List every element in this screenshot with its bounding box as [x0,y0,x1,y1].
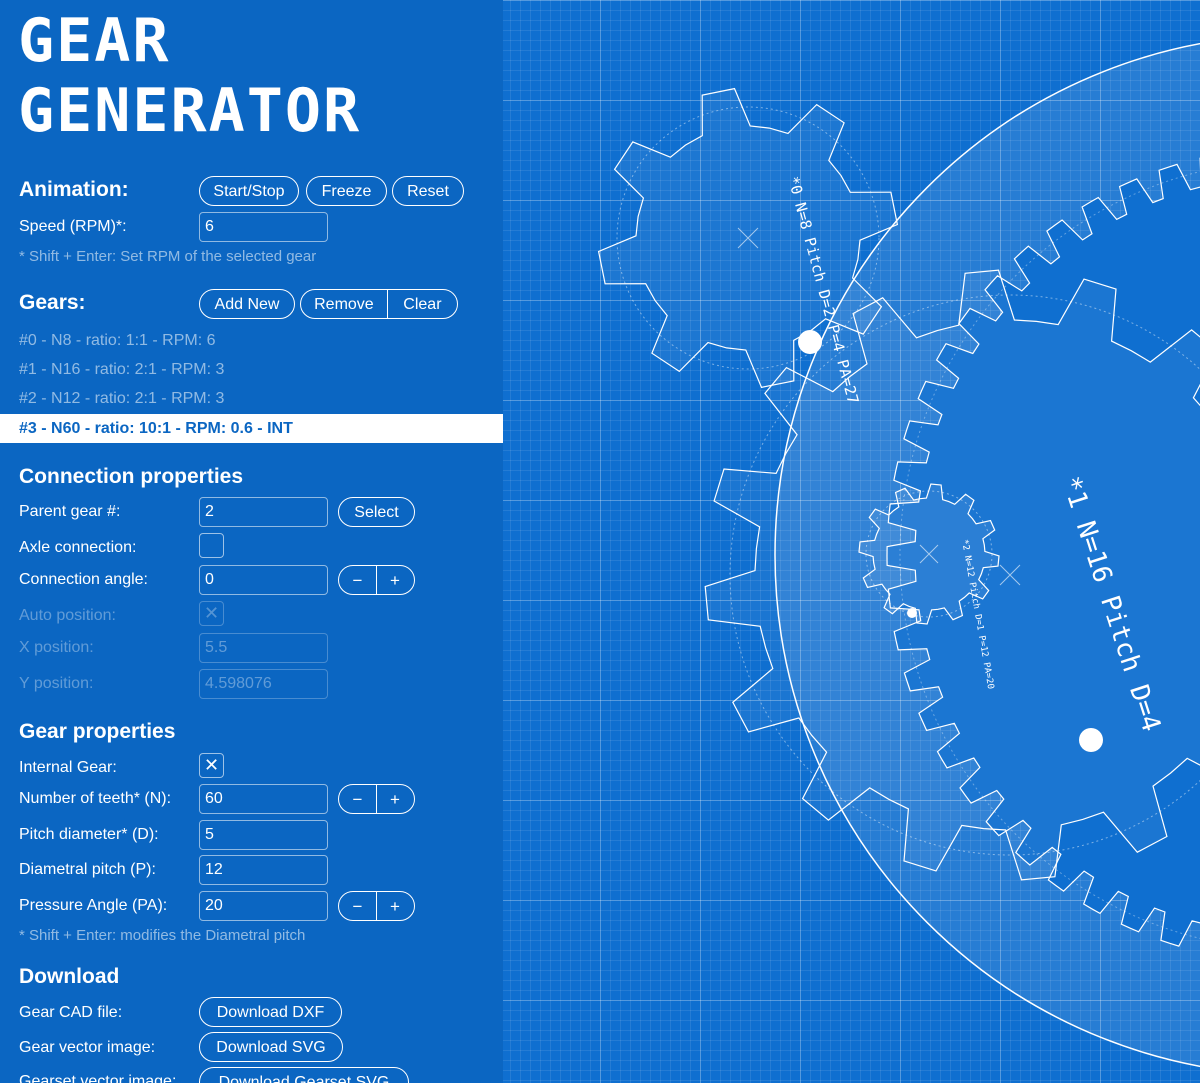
pressure-angle-input[interactable] [199,891,328,921]
teeth-input[interactable] [199,784,328,814]
control-panel: GEAR GENERATOR Animation: Start/Stop Fre… [0,0,503,1083]
diametral-pitch-input[interactable] [199,855,328,885]
parent-gear-label: Parent gear #: [19,503,121,520]
reset-button[interactable]: Reset [392,176,464,206]
download-dxf-button[interactable]: Download DXF [199,997,342,1027]
add-new-gear-button[interactable]: Add New [199,289,295,319]
gear-list-item-2[interactable]: #2 - N12 - ratio: 2:1 - RPM: 3 [19,390,224,408]
parent-gear-input[interactable] [199,497,328,527]
teeth-decrement-button[interactable]: − [339,785,376,813]
freeze-button[interactable]: Freeze [306,176,387,206]
internal-gear-label: Internal Gear: [19,759,117,776]
remove-gear-button[interactable]: Remove [301,290,387,318]
speed-input[interactable] [199,212,328,242]
select-parent-button[interactable]: Select [338,497,415,527]
gear-properties-hint: * Shift + Enter: modifies the Diametral … [19,927,306,944]
teeth-stepper: − + [338,784,415,814]
pitch-diameter-label: Pitch diameter* (D): [19,826,159,843]
speed-label: Speed (RPM)*: [19,218,127,235]
gear-list-item-3-selected[interactable]: #3 - N60 - ratio: 10:1 - RPM: 0.6 - INT [0,414,503,443]
gear-properties-title: Gear properties [19,720,176,743]
auto-position-checkbox[interactable]: ✕ [199,601,224,626]
gear-drawing[interactable]: *1 N=16 Pitch D=4 *0 N=8 Pitch D=2 P=4 P… [503,0,1200,1083]
animation-title: Animation: [19,178,129,201]
logo-line-1: GEAR [18,6,171,76]
gear-canvas[interactable]: *1 N=16 Pitch D=4 *0 N=8 Pitch D=2 P=4 P… [503,0,1200,1083]
auto-position-label: Auto position: [19,607,116,624]
x-position-label: X position: [19,639,94,656]
gearset-image-label: Gearset vector image: [19,1073,177,1083]
pressure-angle-label: Pressure Angle (PA): [19,897,168,914]
remove-clear-group: Remove Clear [300,289,458,319]
connection-angle-label: Connection angle: [19,571,148,588]
speed-hint: * Shift + Enter: Set RPM of the selected… [19,248,317,265]
pa-decrement-button[interactable]: − [339,892,376,920]
connection-angle-stepper: − + [338,565,415,595]
teeth-increment-button[interactable]: + [376,785,413,813]
download-gearset-svg-button[interactable]: Download Gearset SVG [199,1067,409,1083]
internal-gear-checkbox[interactable]: ✕ [199,753,224,778]
x-position-input[interactable] [199,633,328,663]
pressure-angle-stepper: − + [338,891,415,921]
y-position-input[interactable] [199,669,328,699]
gears-title: Gears: [19,291,86,314]
gear-0-marker-dot [798,330,822,354]
angle-decrement-button[interactable]: − [339,566,376,594]
y-position-label: Y position: [19,675,94,692]
gear-1-marker-dot [1079,728,1103,752]
connection-title: Connection properties [19,465,244,488]
gear-list-item-1[interactable]: #1 - N16 - ratio: 2:1 - RPM: 3 [19,361,224,379]
pitch-diameter-input[interactable] [199,820,328,850]
clear-gears-button[interactable]: Clear [386,290,457,318]
cad-file-label: Gear CAD file: [19,1004,123,1021]
teeth-label: Number of teeth* (N): [19,790,172,807]
diametral-pitch-label: Diametral pitch (P): [19,861,156,878]
pa-increment-button[interactable]: + [376,892,413,920]
logo-line-2: GENERATOR [18,76,362,146]
gear-list-item-0[interactable]: #0 - N8 - ratio: 1:1 - RPM: 6 [19,332,216,350]
gear-2-marker-dot [907,608,917,618]
start-stop-button[interactable]: Start/Stop [199,176,299,206]
axle-connection-checkbox[interactable] [199,533,224,558]
download-title: Download [19,965,120,988]
angle-increment-button[interactable]: + [376,566,413,594]
download-svg-button[interactable]: Download SVG [199,1032,343,1062]
app-logo: GEAR GENERATOR [18,6,361,146]
connection-angle-input[interactable] [199,565,328,595]
axle-connection-label: Axle connection: [19,539,137,556]
vector-image-label: Gear vector image: [19,1039,156,1056]
